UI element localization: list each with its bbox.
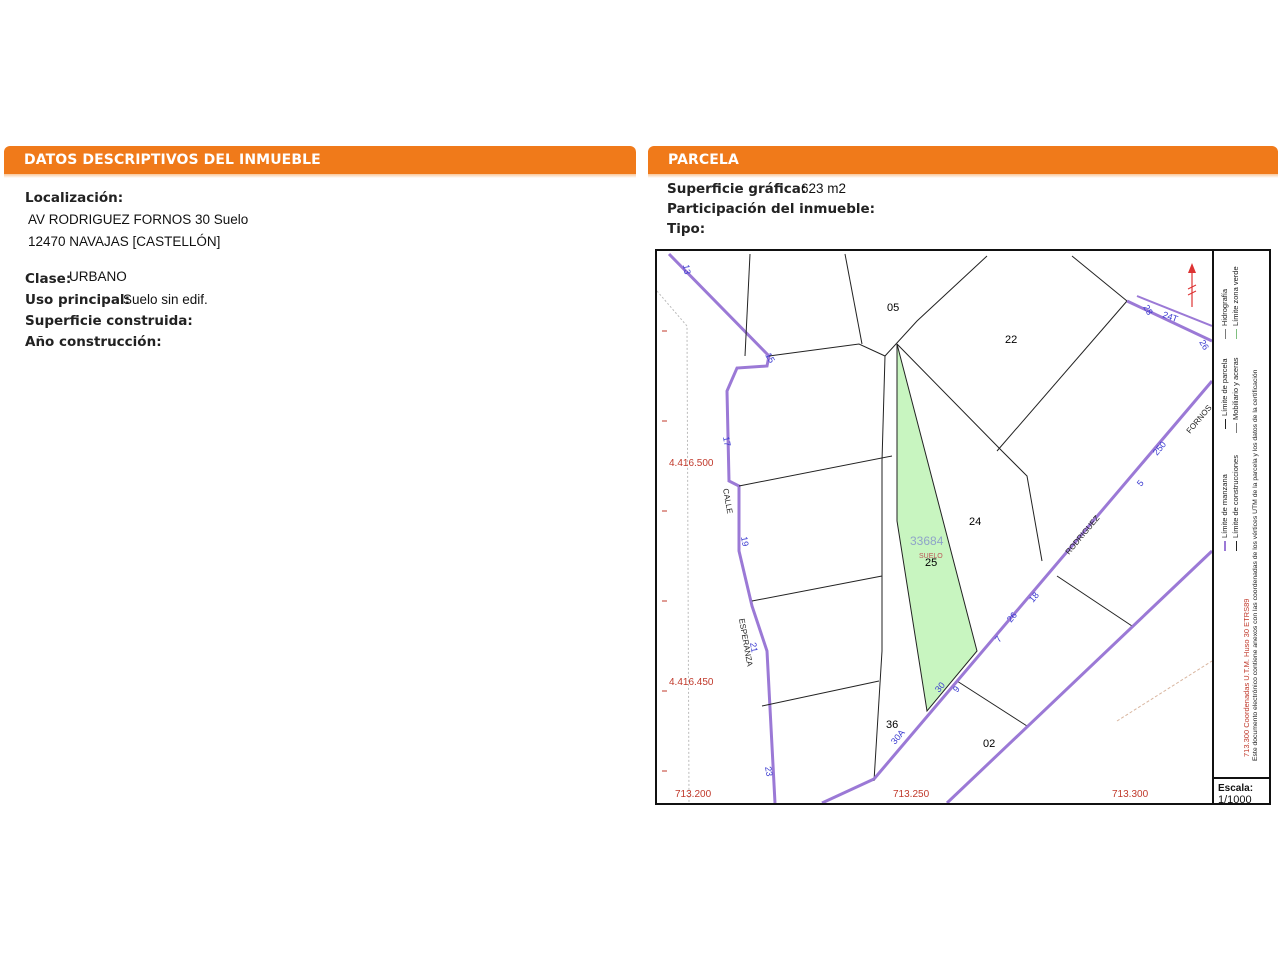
scale-value: 1/1000 xyxy=(1218,794,1252,806)
coord-y-top: 4.416.500 xyxy=(669,458,714,469)
legend-document-note: Este documento electrónico contiene anex… xyxy=(1252,369,1259,761)
legend-limite-construcciones: Límite de construcciones xyxy=(1231,455,1240,551)
superficie-grafica-value: 623 m2 xyxy=(801,181,847,196)
descriptive-data-header: DATOS DESCRIPTIVOS DEL INMUEBLE xyxy=(4,146,636,178)
legend-divider xyxy=(1212,251,1214,803)
parcel-line xyxy=(1056,575,1133,627)
parcel-id-05: 05 xyxy=(887,302,899,314)
legend-swatch xyxy=(1224,541,1227,551)
ano-construccion-label: Año construcción: xyxy=(25,334,162,350)
legend-swatch xyxy=(1224,329,1226,339)
parcel-reference: 33684 xyxy=(910,534,944,548)
parcel-line xyxy=(751,575,883,602)
street-number: 7 xyxy=(993,634,1004,644)
parcel-line xyxy=(996,300,1128,452)
superficie-construida-label: Superficie construida: xyxy=(25,313,193,329)
clase-label: Clase: xyxy=(25,271,72,287)
block-boundary-left xyxy=(667,252,777,803)
hydro-line xyxy=(1116,660,1212,722)
legend-text: Límite de parcela xyxy=(1220,358,1229,416)
parcel-line xyxy=(956,680,1028,727)
street-number: 250 xyxy=(1151,439,1168,457)
legend-coords-note: 713.300 Coordenadas U.T.M. Huso 30 ETRS8… xyxy=(1242,598,1251,757)
legend-swatch xyxy=(1235,423,1237,433)
address-line-2: 12470 NAVAJAS [CASTELLÓN] xyxy=(28,234,221,249)
coord-x-left: 713.200 xyxy=(675,789,712,800)
parcel-line xyxy=(1071,255,1128,302)
parcela-header: PARCELA xyxy=(648,146,1278,178)
map-canvas: 05 22 24 25 36 02 33684 SUELO 13 15 17 1… xyxy=(657,252,1212,803)
address-line-1: AV RODRIGUEZ FORNOS 30 Suelo xyxy=(28,212,249,227)
parcel-line xyxy=(744,253,751,357)
parcel-line xyxy=(884,255,988,357)
legend-text: Mobiliario y aceras xyxy=(1231,357,1240,420)
street-name: CALLE xyxy=(721,488,734,515)
street-number: 5 xyxy=(1135,478,1146,488)
street-name: RODRIGUEZ xyxy=(1064,514,1102,557)
parcel-line xyxy=(873,355,886,782)
clase-value: URBANO xyxy=(69,269,127,284)
scale-label: Escala: xyxy=(1218,783,1254,794)
street-number: 17 xyxy=(721,436,733,448)
parcel-id-02: 02 xyxy=(983,738,995,750)
coord-ticks xyxy=(662,330,667,772)
street-number: 19 xyxy=(739,536,751,548)
street-edge xyxy=(657,290,690,803)
legend-text: Límite zona verde xyxy=(1231,266,1240,326)
participacion-label: Participación del inmueble: xyxy=(667,201,876,217)
avenue-boundary-end xyxy=(821,777,875,803)
tipo-label: Tipo: xyxy=(667,221,706,237)
uso-principal-label: Uso principal: xyxy=(25,292,130,308)
parcel-suelo-label: SUELO xyxy=(919,553,943,560)
uso-principal-value: Suelo sin edif. xyxy=(123,292,208,307)
legend-limite-parcela: Límite de parcela xyxy=(1220,358,1229,429)
street-number: 18 xyxy=(1027,590,1041,604)
coord-y-bottom: 4.416.450 xyxy=(669,677,714,688)
legend-text: Límite de construcciones xyxy=(1231,455,1240,538)
north-arrow-icon xyxy=(1187,263,1197,307)
legend-limite-zona-verde: Límite zona verde xyxy=(1231,266,1240,339)
avenue-boundary-lower xyxy=(945,549,1212,803)
legend-mobiliario: Mobiliario y aceras xyxy=(1231,357,1240,433)
street-numbers: 13 15 17 19 21 23 28 24T 26 30 30A 7 26 … xyxy=(681,264,1211,778)
parcel-line xyxy=(768,343,886,357)
legend-swatch xyxy=(1235,541,1237,551)
parcel-id-36: 36 xyxy=(886,719,898,731)
coord-x-right: 713.300 xyxy=(1112,789,1149,800)
coord-x-mid: 713.250 xyxy=(893,789,930,800)
legend-text: Hidrografía xyxy=(1220,288,1229,326)
cadastral-map: 05 22 24 25 36 02 33684 SUELO 13 15 17 1… xyxy=(655,249,1271,806)
scale-divider xyxy=(1214,777,1271,779)
parcel-line xyxy=(844,253,863,345)
localizacion-label: Localización: xyxy=(25,190,124,206)
legend-swatch xyxy=(1235,329,1237,339)
parcel-id-24: 24 xyxy=(969,516,981,528)
parcel-id-22: 22 xyxy=(1005,334,1017,346)
highlighted-parcel xyxy=(896,343,978,713)
parcel-line xyxy=(761,680,880,707)
superficie-grafica-label: Superficie gráfica: xyxy=(667,181,807,197)
legend-text: Límite de manzana xyxy=(1220,474,1229,538)
parcel-line xyxy=(738,455,893,487)
street-number: 13 xyxy=(681,264,693,276)
legend-limite-manzana: Límite de manzana xyxy=(1220,474,1229,551)
street-number: 9 xyxy=(951,684,962,694)
legend-swatch xyxy=(1224,419,1226,429)
street-number: 23 xyxy=(763,766,775,778)
legend-hidrografia: Hidrografía xyxy=(1220,289,1229,339)
